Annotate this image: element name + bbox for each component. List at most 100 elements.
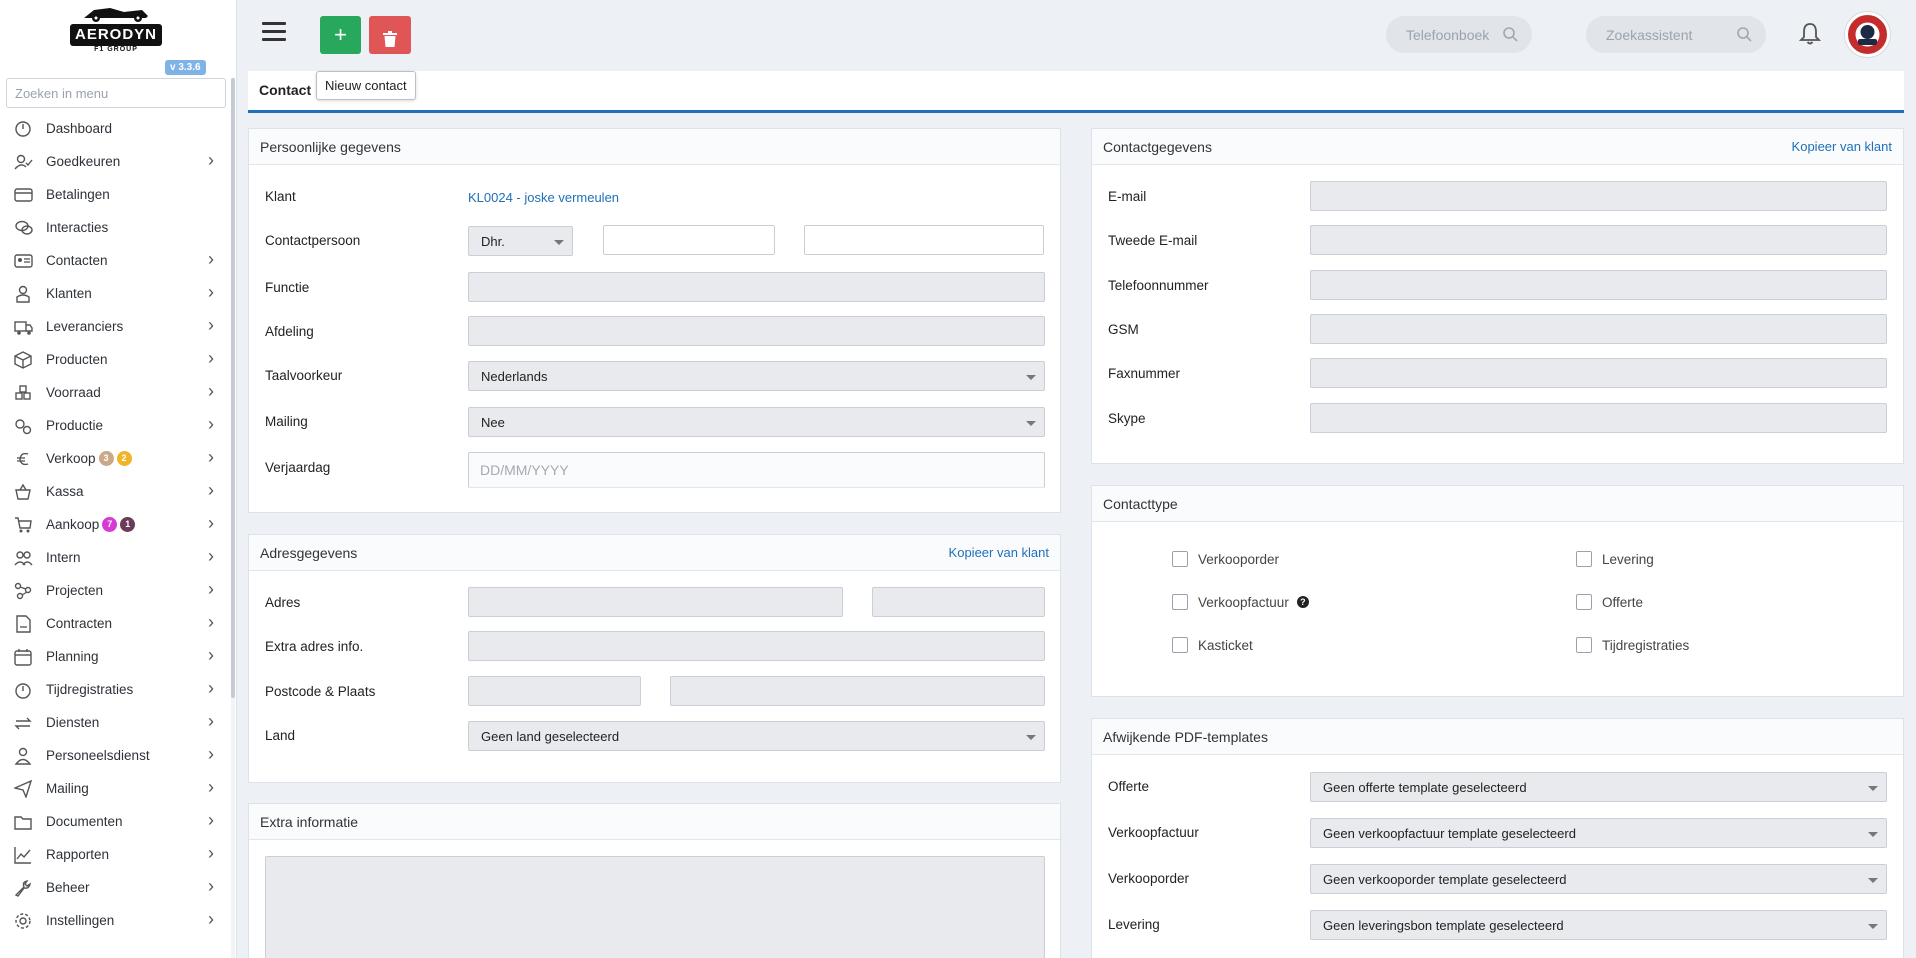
sidebar-item-producten[interactable]: Producten › bbox=[0, 343, 232, 376]
lastname-input[interactable] bbox=[804, 225, 1044, 255]
sidebar-item-planning[interactable]: Planning › bbox=[0, 640, 232, 673]
plaats-input[interactable] bbox=[670, 676, 1045, 706]
afdeling-input[interactable] bbox=[468, 316, 1045, 346]
address-copy-link[interactable]: Kopieer van klant bbox=[949, 545, 1049, 560]
extra-adres-input[interactable] bbox=[468, 631, 1045, 661]
sidebar-item-goedkeuren[interactable]: Goedkeuren › bbox=[0, 145, 232, 178]
klant-link[interactable]: KL0024 - joske vermeulen bbox=[468, 190, 619, 205]
add-contact-tooltip: Nieuw contact bbox=[316, 71, 416, 100]
land-select[interactable]: Geen land geselecteerd bbox=[468, 721, 1045, 751]
checkbox[interactable] bbox=[1576, 637, 1592, 653]
count-badge: 3 bbox=[98, 451, 114, 466]
sidebar-item-diensten[interactable]: Diensten › bbox=[0, 706, 232, 739]
delete-button[interactable] bbox=[369, 16, 411, 54]
sidebar-item-leveranciers[interactable]: Leveranciers › bbox=[0, 310, 232, 343]
search-icon bbox=[1503, 27, 1518, 42]
contactinfo-label: Tweede E-mail bbox=[1108, 233, 1198, 249]
sidebar-item-klanten[interactable]: Klanten › bbox=[0, 277, 232, 310]
pdf-select-verkooporder[interactable]: Geen verkooporder template geselecteerd bbox=[1310, 864, 1887, 894]
contactinfo-input-e-mail[interactable] bbox=[1310, 181, 1887, 211]
sidebar-item-verkoop[interactable]: Verkoop 3 2 › bbox=[0, 442, 232, 475]
menu-search-input[interactable] bbox=[6, 78, 226, 108]
taal-select[interactable]: Nederlands bbox=[468, 361, 1045, 391]
extra-textarea[interactable] bbox=[265, 856, 1045, 958]
send-icon bbox=[12, 779, 34, 798]
sidebar-item-mailing[interactable]: Mailing › bbox=[0, 772, 232, 805]
sidebar-item-personeelsdienst[interactable]: Personeelsdienst › bbox=[0, 739, 232, 772]
user-avatar[interactable] bbox=[1845, 12, 1890, 57]
street-input[interactable] bbox=[468, 587, 843, 617]
sidebar-item-rapporten[interactable]: Rapporten › bbox=[0, 838, 232, 871]
sidebar-item-intern[interactable]: Intern › bbox=[0, 541, 232, 574]
sidebar-item-instellingen[interactable]: Instellingen › bbox=[0, 904, 232, 937]
checkbox-label: Verkooporder bbox=[1198, 551, 1280, 567]
menu-toggle-icon[interactable] bbox=[262, 22, 286, 44]
contactinfo-input-skype[interactable] bbox=[1310, 402, 1887, 433]
mailing-select[interactable]: Nee bbox=[468, 407, 1045, 437]
checkbox[interactable] bbox=[1172, 637, 1188, 653]
pdf-panel: Afwijkende PDF-templates Offerte Geen off… bbox=[1091, 718, 1904, 958]
checkbox[interactable] bbox=[1576, 594, 1592, 610]
contacttype-option-offerte[interactable]: Offerte bbox=[1576, 594, 1643, 610]
sidebar-item-contacten[interactable]: Contacten › bbox=[0, 244, 232, 277]
sidebar-item-tijdregistraties[interactable]: Tijdregistraties › bbox=[0, 673, 232, 706]
sidebar-item-projecten[interactable]: Projecten › bbox=[0, 574, 232, 607]
pdf-select-offerte[interactable]: Geen offerte template geselecteerd bbox=[1310, 772, 1887, 802]
sidebar-item-contracten[interactable]: Contracten › bbox=[0, 607, 232, 640]
avatar-image bbox=[1848, 15, 1887, 54]
sidebar-item-label: Verkoop bbox=[46, 451, 96, 466]
chevron-right-icon: › bbox=[208, 249, 214, 269]
chevron-right-icon: › bbox=[208, 282, 214, 302]
housenumber-input[interactable] bbox=[872, 587, 1045, 617]
contactinfo-input-faxnummer[interactable] bbox=[1310, 358, 1887, 389]
sidebar-item-betalingen[interactable]: Betalingen bbox=[0, 178, 232, 211]
sidebar-item-interacties[interactable]: Interacties bbox=[0, 211, 232, 244]
checkbox[interactable] bbox=[1172, 594, 1188, 610]
postcode-input[interactable] bbox=[468, 676, 641, 706]
add-contact-button[interactable]: + bbox=[320, 16, 361, 54]
help-icon[interactable]: ? bbox=[1296, 596, 1309, 608]
contacttype-option-tijdregistraties[interactable]: Tijdregistraties bbox=[1576, 637, 1689, 653]
wrench-icon bbox=[12, 879, 34, 897]
sidebar-item-productie[interactable]: Productie › bbox=[0, 409, 232, 442]
bell-icon[interactable] bbox=[1799, 22, 1821, 46]
firstname-input[interactable] bbox=[603, 225, 775, 255]
contactinfo-input-tweede-e-mail[interactable] bbox=[1310, 225, 1887, 256]
salutation-select[interactable]: Dhr. bbox=[468, 226, 573, 256]
pdf-select-levering[interactable]: Geen leveringsbon template geselecteerd bbox=[1310, 910, 1887, 940]
contactinfo-label: Telefoonnummer bbox=[1108, 277, 1209, 293]
sidebar-item-dashboard[interactable]: Dashboard bbox=[0, 112, 232, 145]
sidebar-item-beheer[interactable]: Beheer › bbox=[0, 871, 232, 904]
contactinfo-input-gsm[interactable] bbox=[1310, 313, 1887, 344]
sidebar-item-voorraad[interactable]: Voorraad › bbox=[0, 376, 232, 409]
checkbox[interactable] bbox=[1172, 551, 1188, 567]
personal-title: Persoonlijke gegevens bbox=[260, 138, 401, 155]
assistant-search[interactable]: Zoekassistent bbox=[1586, 16, 1766, 53]
phonebook-search[interactable]: Telefoonboek bbox=[1386, 16, 1532, 53]
chat-icon bbox=[12, 219, 34, 237]
sidebar-item-documenten[interactable]: Documenten › bbox=[0, 805, 232, 838]
checkbox[interactable] bbox=[1576, 551, 1592, 567]
sidebar-scrollbar[interactable] bbox=[231, 78, 235, 958]
contacttype-option-levering[interactable]: Levering bbox=[1576, 551, 1654, 567]
pdf-label: Verkoopfactuur bbox=[1108, 825, 1199, 840]
sidebar-item-kassa[interactable]: Kassa › bbox=[0, 475, 232, 508]
sidebar-item-label: Intern bbox=[46, 550, 81, 565]
pdf-select-verkoopfactuur[interactable]: Geen verkoopfactuur template geselecteer… bbox=[1310, 818, 1887, 848]
sidebar-item-label: Interacties bbox=[46, 220, 109, 235]
sidebar-item-label: Goedkeuren bbox=[46, 154, 121, 169]
taal-label: Taalvoorkeur bbox=[265, 368, 343, 383]
sidebar-item-aankoop[interactable]: Aankoop 7 1 › bbox=[0, 508, 232, 541]
company-logo[interactable]: AERODYN F1 GROUP bbox=[68, 4, 164, 54]
contactinfo-input-telefoonnummer[interactable] bbox=[1310, 269, 1887, 300]
extra-adres-label: Extra adres info. bbox=[265, 639, 364, 654]
contacttype-option-kasticket[interactable]: Kasticket bbox=[1172, 637, 1253, 653]
sidebar-nav: Dashboard Goedkeuren › Betalingen Interactie… bbox=[0, 112, 232, 937]
contactinfo-copy-link[interactable]: Kopieer van klant bbox=[1792, 139, 1892, 154]
mailing-label: Mailing bbox=[265, 414, 308, 429]
contacttype-option-verkoopfactuur[interactable]: Verkoopfactuur? bbox=[1172, 594, 1309, 610]
functie-input[interactable] bbox=[468, 272, 1045, 302]
verjaardag-input[interactable]: DD/MM/YYYY bbox=[468, 452, 1045, 488]
tab-contact-add[interactable]: Contact toevoegen bbox=[259, 82, 311, 98]
contacttype-option-verkooporder[interactable]: Verkooporder bbox=[1172, 551, 1279, 567]
